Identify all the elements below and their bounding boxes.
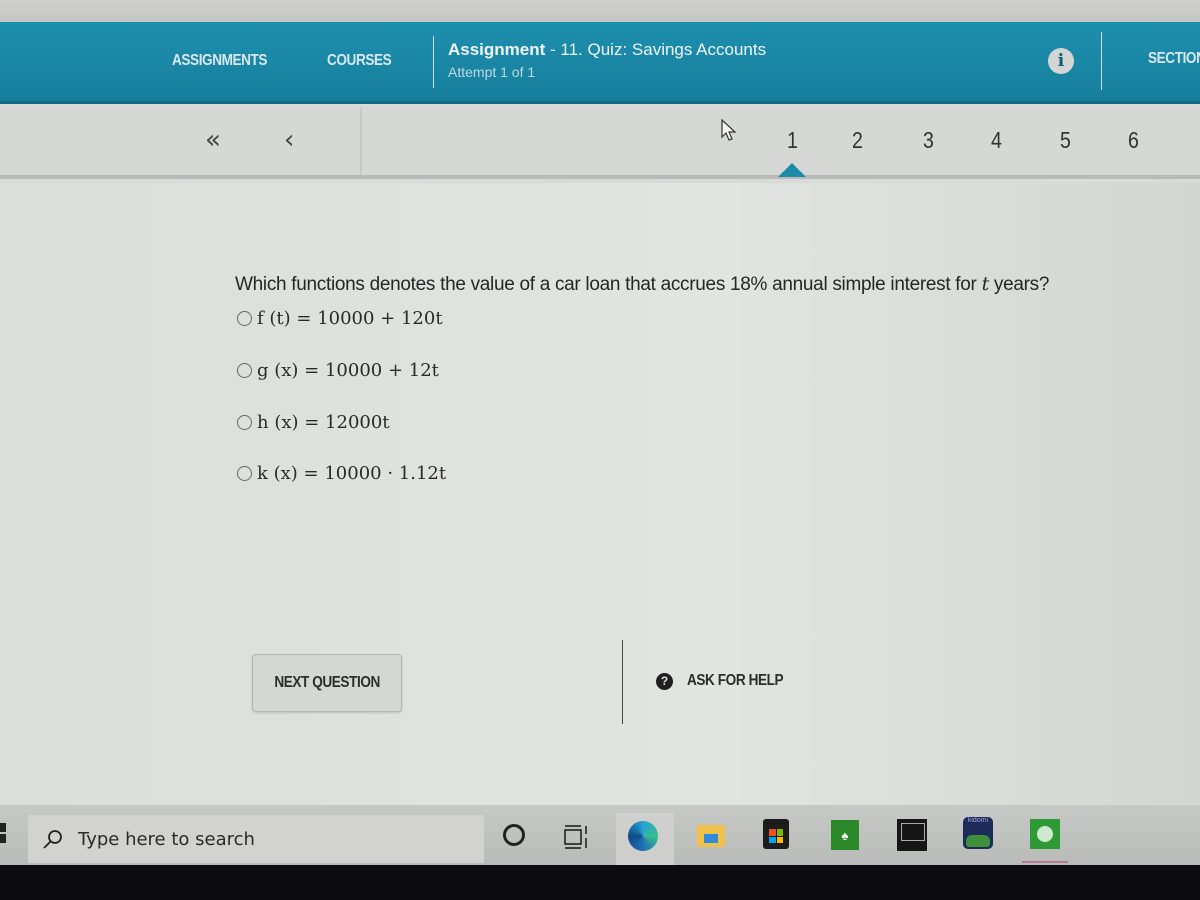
start-button[interactable] (0, 823, 14, 845)
mouse-cursor-icon (721, 119, 737, 141)
previous-question-button[interactable]: ‹ (284, 125, 294, 155)
nav-courses[interactable]: COURSES (327, 52, 392, 70)
taskbar-search-input[interactable]: Type here to search (28, 815, 484, 863)
answer-option-3[interactable]: h (x) = 12000t (237, 412, 390, 433)
question-nav-divider (360, 107, 362, 175)
question-content: Which functions denotes the value of a c… (0, 183, 1200, 805)
actions-divider (622, 640, 623, 724)
next-question-label: NEXT QUESTION (274, 674, 380, 691)
question-number-2[interactable]: 2 (852, 127, 863, 154)
solitaire-icon[interactable]: ♠ (831, 820, 859, 850)
help-icon: ? (656, 672, 673, 690)
question-text-before: Which functions denotes the value of a c… (235, 274, 982, 295)
app-header: ASSIGNMENTS COURSES Assignment - 11. Qui… (0, 22, 1200, 104)
nav-section[interactable]: SECTION (1148, 50, 1200, 68)
next-question-button[interactable]: NEXT QUESTION (252, 654, 402, 712)
assignment-title-bold: Assignment (448, 40, 546, 59)
current-question-marker (778, 163, 806, 177)
task-view-icon[interactable] (562, 822, 592, 852)
answer-option-4[interactable]: k (x) = 10000 · 1.12t (237, 463, 446, 484)
ask-for-help-button[interactable]: ? ASK FOR HELP (656, 672, 800, 690)
question-text-after: years? (988, 274, 1050, 295)
first-question-button[interactable]: « (205, 125, 221, 155)
question-text: Which functions denotes the value of a c… (235, 273, 1049, 296)
header-divider (433, 36, 434, 88)
assignment-title-rest: - 11. Quiz: Savings Accounts (545, 40, 767, 59)
header-divider-right (1101, 32, 1102, 90)
answer-option-label: h (x) = 12000t (257, 412, 390, 433)
window-top-strip (0, 0, 1200, 24)
question-number-6[interactable]: 6 (1128, 127, 1139, 154)
kidomi-label: kidomi (967, 817, 989, 824)
answer-option-2[interactable]: g (x) = 10000 + 12t (237, 360, 439, 381)
attempt-label: Attempt 1 of 1 (448, 64, 536, 80)
edge-browser-icon[interactable] (628, 821, 658, 851)
question-number-3[interactable]: 3 (923, 127, 934, 154)
question-variable: t (981, 273, 990, 295)
question-number-1[interactable]: 1 (787, 127, 798, 154)
kidomi-icon[interactable]: kidomi (963, 817, 993, 849)
spotify-active-indicator (1022, 861, 1068, 863)
windows-taskbar: Type here to search ♠ kidomi (0, 805, 1200, 867)
answer-option-1[interactable]: f (t) = 10000 + 120t (237, 308, 443, 329)
info-icon[interactable]: i (1048, 48, 1074, 74)
ask-for-help-label: ASK FOR HELP (687, 672, 784, 689)
cortana-icon[interactable] (503, 824, 525, 846)
laptop-app-icon[interactable] (897, 819, 927, 851)
search-placeholder: Type here to search (78, 828, 255, 850)
radio-button[interactable] (237, 415, 252, 430)
assignment-title-block: Assignment - 11. Quiz: Savings Accounts … (448, 40, 766, 80)
microsoft-store-icon[interactable] (763, 819, 789, 849)
radio-button[interactable] (237, 466, 252, 481)
radio-button[interactable] (237, 363, 252, 378)
file-explorer-icon[interactable] (697, 825, 725, 847)
answer-option-label: f (t) = 10000 + 120t (257, 308, 443, 329)
answer-option-label: k (x) = 10000 · 1.12t (257, 463, 447, 484)
nav-assignments[interactable]: ASSIGNMENTS (172, 52, 267, 70)
question-number-5[interactable]: 5 (1060, 127, 1071, 154)
spotify-icon[interactable] (1030, 819, 1060, 849)
question-navigation: « ‹ 1 2 3 4 5 6 (0, 107, 1200, 179)
search-icon (43, 830, 62, 849)
assignment-title: Assignment - 11. Quiz: Savings Accounts (448, 40, 766, 60)
answer-option-label: g (x) = 10000 + 12t (257, 360, 439, 381)
radio-button[interactable] (237, 311, 252, 326)
screen-bezel (0, 865, 1200, 900)
question-number-4[interactable]: 4 (991, 127, 1002, 154)
